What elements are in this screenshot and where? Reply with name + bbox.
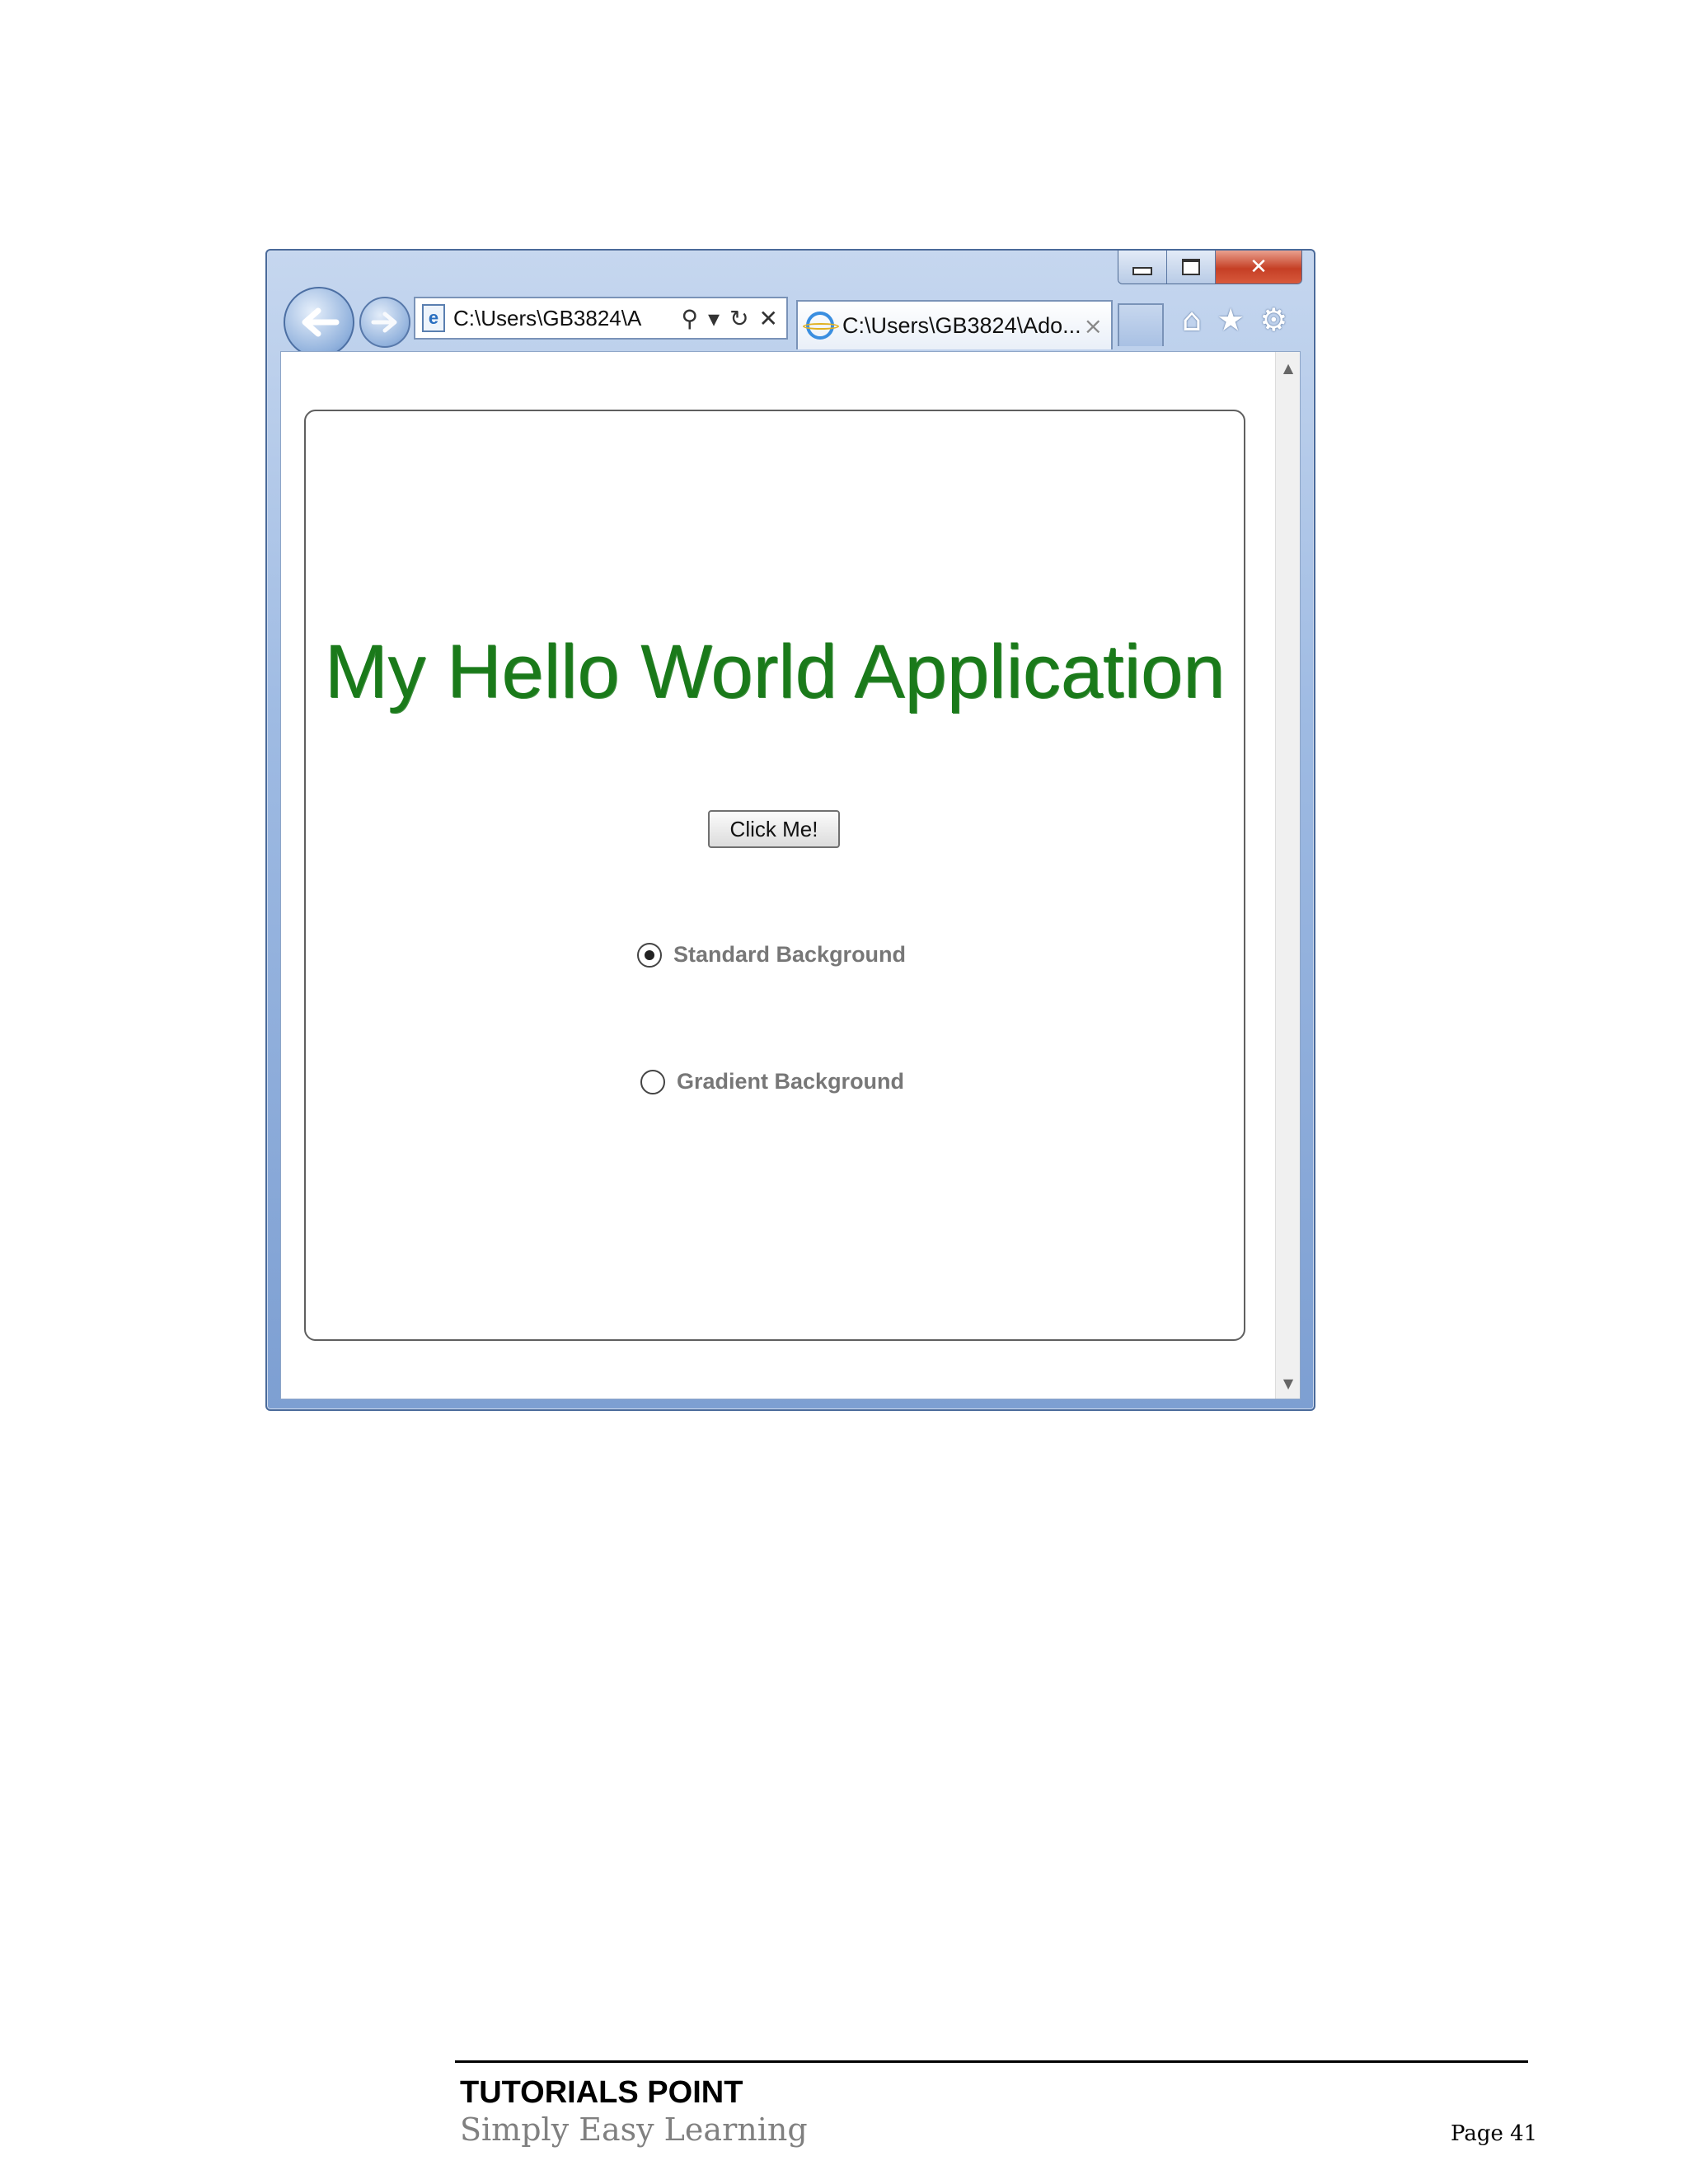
tab-close-icon[interactable]: × <box>1084 312 1103 340</box>
forward-button[interactable] <box>359 297 410 348</box>
close-window-button[interactable]: ✕ <box>1216 251 1301 284</box>
browser-toolbar-icons: ⌂ ★ ⚙ <box>1182 302 1287 338</box>
page-number: Page 41 <box>1451 2121 1538 2146</box>
page-icon: e <box>422 304 445 332</box>
scroll-up-icon[interactable]: ▲ <box>1276 355 1301 380</box>
radio-standard-background[interactable]: Standard Background <box>637 942 906 968</box>
home-icon[interactable]: ⌂ <box>1182 302 1202 338</box>
window-controls: ✕ <box>1118 251 1302 284</box>
maximize-button[interactable] <box>1167 251 1216 284</box>
radio-label: Gradient Background <box>677 1069 905 1094</box>
search-icon[interactable]: ⚲ <box>681 305 698 332</box>
new-tab-button[interactable] <box>1118 303 1164 346</box>
ie-icon <box>803 312 839 340</box>
minimize-button[interactable] <box>1118 251 1167 284</box>
back-arrow-icon <box>302 307 340 337</box>
address-text[interactable]: C:\Users\GB3824\A <box>453 306 681 331</box>
dropdown-icon[interactable]: ▾ <box>708 305 720 332</box>
close-icon: ✕ <box>1250 255 1268 279</box>
footer-brand: TUTORIALS POINT <box>460 2075 743 2110</box>
radio-button[interactable] <box>637 942 662 968</box>
radio-selected-dot <box>645 949 654 960</box>
scroll-down-icon[interactable]: ▼ <box>1276 1371 1301 1395</box>
stop-icon[interactable]: ✕ <box>759 305 778 332</box>
star-icon[interactable]: ★ <box>1217 302 1245 338</box>
footer-rule <box>455 2060 1528 2063</box>
app-title: My Hello World Application <box>324 630 1226 714</box>
radio-label: Standard Background <box>673 942 907 967</box>
minimize-icon <box>1132 267 1152 275</box>
browser-tab[interactable]: C:\Users\GB3824\Ado... × <box>796 300 1113 349</box>
click-me-button[interactable]: Click Me! <box>708 810 840 848</box>
forward-arrow-icon <box>371 312 397 333</box>
maximize-icon <box>1182 259 1200 275</box>
refresh-icon[interactable]: ↻ <box>729 305 748 332</box>
address-tools: ⚲ ▾ ↻ ✕ <box>681 305 786 332</box>
radio-gradient-background[interactable]: Gradient Background <box>640 1069 904 1094</box>
page-content: My Hello World Application Click Me! Sta… <box>280 351 1301 1399</box>
browser-window: ✕ e C:\Users\GB3824\A ⚲ ▾ ↻ ✕ C:\Users\G… <box>265 249 1315 1411</box>
vertical-scrollbar[interactable]: ▲ ▼ <box>1275 352 1300 1399</box>
address-bar[interactable]: e C:\Users\GB3824\A ⚲ ▾ ↻ ✕ <box>414 297 788 340</box>
back-button[interactable] <box>284 287 354 358</box>
footer-tagline: Simply Easy Learning <box>460 2111 808 2148</box>
gear-icon[interactable]: ⚙ <box>1259 302 1287 338</box>
radio-button[interactable] <box>640 1069 665 1094</box>
app-panel: My Hello World Application Click Me! Sta… <box>304 410 1245 1341</box>
tab-title: C:\Users\GB3824\Ado... <box>842 312 1081 338</box>
